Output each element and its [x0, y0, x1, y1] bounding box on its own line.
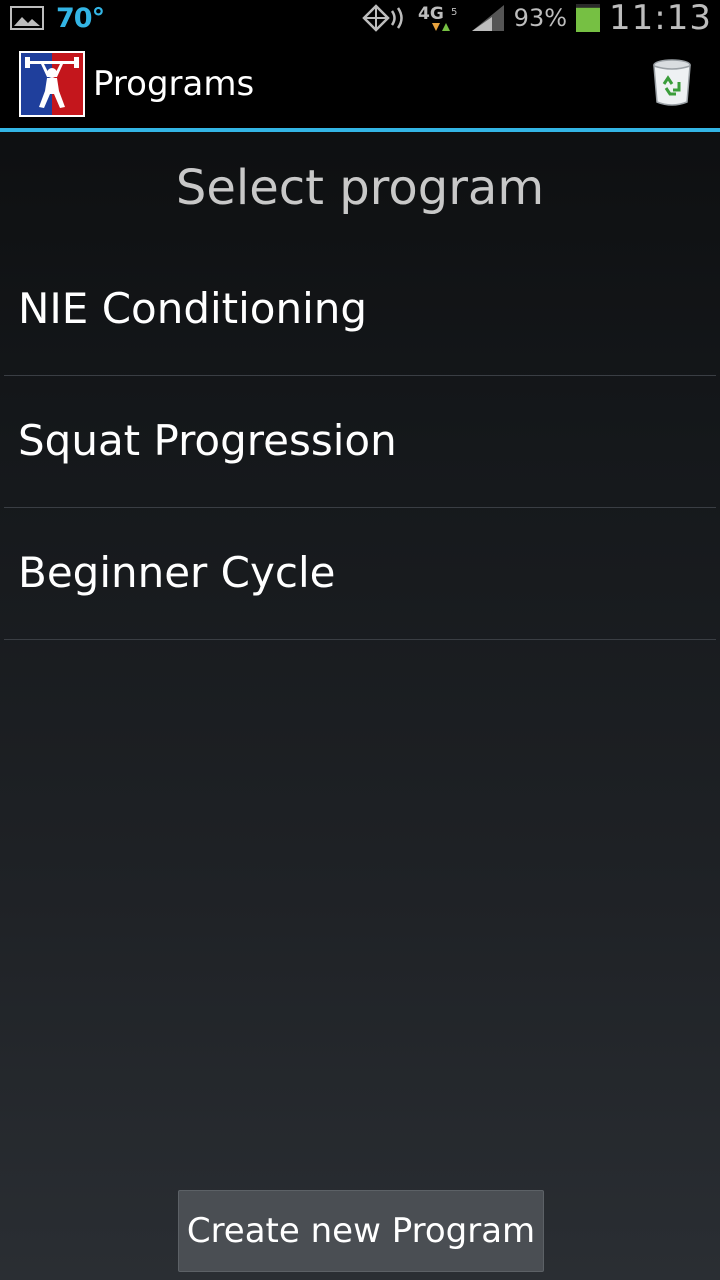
action-bar-title: Programs	[93, 64, 255, 104]
battery-icon	[576, 4, 601, 33]
screen: 70° 4G 5 93% 11:13 Programs Select progr…	[0, 0, 720, 1280]
nfc-icon	[361, 4, 403, 32]
action-bar: Programs	[0, 36, 720, 128]
list-item-squat-progression[interactable]: Squat Progression	[0, 376, 720, 508]
app-logo-icon[interactable]	[19, 51, 85, 117]
page-title: Select program	[175, 160, 545, 216]
clock: 11:13	[609, 0, 712, 38]
network-4g-icon: 4G 5	[418, 4, 457, 31]
action-bar-divider	[0, 128, 720, 132]
list-item-label: Beginner Cycle	[18, 548, 336, 597]
list-item-beginner-cycle[interactable]: Beginner Cycle	[0, 508, 720, 640]
list-item-nie-conditioning[interactable]: NIE Conditioning	[0, 244, 720, 376]
temperature-text: 70°	[56, 2, 105, 34]
create-program-button[interactable]: Create new Program	[178, 1190, 544, 1272]
network-label: 4G	[418, 4, 444, 24]
list-item-label: Squat Progression	[18, 416, 397, 465]
signal-icon	[471, 5, 504, 31]
battery-percent: 93%	[513, 4, 568, 32]
gallery-icon	[10, 6, 44, 30]
program-list: NIE Conditioning Squat Progression Begin…	[0, 244, 720, 640]
list-item-label: NIE Conditioning	[18, 284, 368, 333]
status-bar: 70° 4G 5 93% 11:13	[0, 0, 720, 38]
status-right: 4G 5 93% 11:13	[361, 0, 712, 38]
list-divider	[4, 639, 716, 640]
status-left: 70°	[10, 0, 105, 36]
trash-icon[interactable]	[646, 56, 698, 108]
svg-text:5: 5	[451, 7, 457, 18]
